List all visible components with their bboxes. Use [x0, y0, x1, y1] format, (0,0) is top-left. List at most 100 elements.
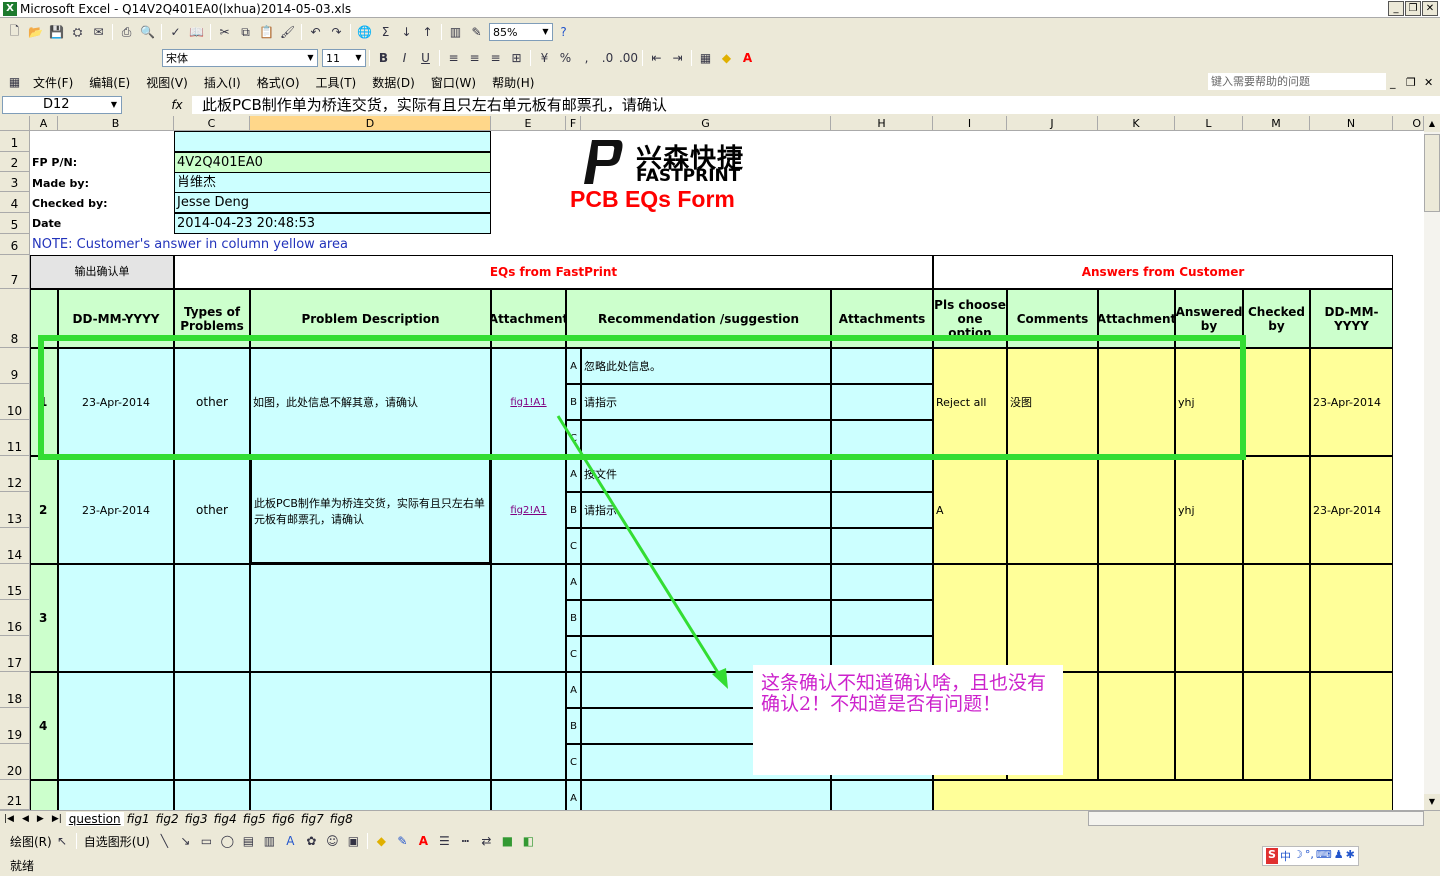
name-box[interactable]: D12 ▼ — [2, 96, 122, 114]
help-search-input[interactable]: 键入需要帮助的问题 — [1208, 73, 1386, 90]
punctuation-icon[interactable]: °, — [1305, 848, 1314, 864]
first-sheet-icon[interactable]: |◀ — [0, 814, 18, 824]
scroll-up-icon[interactable]: ▲ — [1424, 116, 1440, 132]
merge-center-icon[interactable]: ⊞ — [508, 50, 525, 67]
font-combo[interactable]: 宋体 ▼ — [162, 49, 318, 67]
print-icon[interactable]: ⎙ — [118, 24, 135, 41]
user-icon[interactable]: ♟ — [1334, 848, 1344, 864]
sheet-tab-fig7[interactable]: fig7 — [298, 812, 327, 826]
doc-restore-icon[interactable]: ❐ — [1406, 76, 1416, 89]
increase-decimal-icon[interactable]: .0 — [599, 50, 616, 67]
last-sheet-icon[interactable]: ▶| — [48, 814, 66, 824]
menu-tools[interactable]: 工具(T) — [308, 74, 365, 91]
research-icon[interactable]: 📖 — [188, 24, 205, 41]
sheet-tab-fig1[interactable]: fig1 — [124, 812, 153, 826]
new-icon[interactable]: 🗋 — [6, 24, 23, 41]
wordart-icon[interactable]: A — [282, 833, 299, 850]
undo-icon[interactable]: ↶ — [307, 24, 324, 41]
keyboard-icon[interactable]: ⌨ — [1316, 848, 1332, 864]
horizontal-scrollbar[interactable] — [1088, 811, 1424, 826]
borders-icon[interactable]: ▦ — [697, 50, 714, 67]
autosum-icon[interactable]: Σ — [377, 24, 394, 41]
arrow-icon[interactable]: ↘ — [177, 833, 194, 850]
percent-icon[interactable]: % — [557, 50, 574, 67]
minimize-button[interactable]: _ — [1388, 1, 1404, 16]
menu-file[interactable]: 文件(F) — [25, 74, 81, 91]
comma-icon[interactable]: , — [578, 50, 595, 67]
font-color-icon[interactable]: A — [739, 50, 756, 67]
formula-input[interactable]: 此板PCB制作单为桥连交货，实际有且只左右单元板有邮票孔，请确认 — [192, 96, 1440, 114]
textbox-icon[interactable]: ▤ — [240, 833, 257, 850]
chart-wizard-icon[interactable]: ▥ — [447, 24, 464, 41]
font-size-combo[interactable]: 11 ▼ — [322, 49, 366, 67]
zoom-combo[interactable]: 85% ▼ — [489, 23, 553, 41]
line-style-icon[interactable]: ☰ — [436, 833, 453, 850]
align-left-icon[interactable]: ≡ — [445, 50, 462, 67]
italic-icon[interactable]: I — [396, 50, 413, 67]
decrease-decimal-icon[interactable]: .00 — [619, 50, 638, 67]
align-center-icon[interactable]: ≡ — [466, 50, 483, 67]
drawing-icon[interactable]: ✎ — [468, 24, 485, 41]
dash-style-icon[interactable]: ┅ — [457, 833, 474, 850]
vertical-scrollbar[interactable]: ▲ ▼ — [1424, 116, 1440, 810]
sheet-tab-question[interactable]: question — [65, 811, 124, 826]
sheet-tab-fig4[interactable]: fig4 — [211, 812, 240, 826]
sheet-tab-fig3[interactable]: fig3 — [182, 812, 211, 826]
help-icon[interactable]: ? — [555, 24, 572, 41]
paste-icon[interactable]: 📋 — [258, 24, 275, 41]
restore-button[interactable]: ❐ — [1405, 1, 1421, 16]
bold-icon[interactable]: B — [375, 50, 392, 67]
shadow-icon[interactable]: ■ — [499, 833, 516, 850]
doc-close-icon[interactable]: ✕ — [1424, 76, 1433, 89]
menu-insert[interactable]: 插入(I) — [196, 74, 249, 91]
draw-menu[interactable]: 绘图(R) — [0, 833, 52, 850]
currency-icon[interactable]: ¥ — [536, 50, 553, 67]
sort-asc-icon[interactable]: ↓ — [398, 24, 415, 41]
cut-icon[interactable]: ✂ — [216, 24, 233, 41]
ime-toolbar[interactable]: S 中 ☽ °, ⌨ ♟ ✱ — [1262, 846, 1359, 866]
vertical-textbox-icon[interactable]: ▥ — [261, 833, 278, 850]
menu-help[interactable]: 帮助(H) — [484, 74, 542, 91]
arrow-style-icon[interactable]: ⇄ — [478, 833, 495, 850]
redo-icon[interactable]: ↷ — [328, 24, 345, 41]
spelling-icon[interactable]: ✓ — [167, 24, 184, 41]
copy-icon[interactable]: ⧉ — [237, 24, 254, 41]
fill-color-icon[interactable]: ◆ — [718, 50, 735, 67]
ime-chinese-icon[interactable]: 中 — [1280, 848, 1291, 864]
rectangle-icon[interactable]: ▭ — [198, 833, 215, 850]
autoshapes-menu[interactable]: 自选图形(U) — [80, 833, 154, 850]
menu-window[interactable]: 窗口(W) — [423, 74, 484, 91]
hyperlink-icon[interactable]: 🌐 — [356, 24, 373, 41]
menu-edit[interactable]: 编辑(E) — [81, 74, 138, 91]
scroll-thumb[interactable] — [1424, 134, 1440, 212]
select-objects-icon[interactable]: ↖ — [54, 833, 71, 850]
doc-minimize-icon[interactable]: _ — [1390, 76, 1396, 89]
email-icon[interactable]: ✉ — [90, 24, 107, 41]
sheet-tab-fig8[interactable]: fig8 — [327, 812, 356, 826]
decrease-indent-icon[interactable]: ⇤ — [648, 50, 665, 67]
menu-view[interactable]: 视图(V) — [138, 74, 196, 91]
oval-icon[interactable]: ◯ — [219, 833, 236, 850]
moon-icon[interactable]: ☽ — [1293, 848, 1303, 864]
function-icon[interactable]: fx — [162, 98, 192, 112]
scroll-down-icon[interactable]: ▼ — [1424, 794, 1440, 810]
sort-desc-icon[interactable]: ↑ — [419, 24, 436, 41]
menu-format[interactable]: 格式(O) — [249, 74, 308, 91]
3d-icon[interactable]: ◧ — [520, 833, 537, 850]
picture-icon[interactable]: ▣ — [345, 833, 362, 850]
wrench-icon[interactable]: ✱ — [1346, 848, 1355, 864]
close-button[interactable]: ✕ — [1422, 1, 1438, 16]
print-preview-icon[interactable]: 🔍 — [139, 24, 156, 41]
save-icon[interactable]: 💾 — [48, 24, 65, 41]
sheet-tab-fig6[interactable]: fig6 — [269, 812, 298, 826]
line-color-icon[interactable]: ✎ — [394, 833, 411, 850]
sheet-tab-fig5[interactable]: fig5 — [240, 812, 269, 826]
line-icon[interactable]: ╲ — [156, 833, 173, 850]
sogou-icon[interactable]: S — [1266, 848, 1278, 864]
next-sheet-icon[interactable]: ▶ — [33, 814, 48, 824]
worksheet[interactable]: A B C D E F G H I J K L M N O 1 2 3 4 5 … — [0, 116, 1424, 810]
open-icon[interactable]: 📂 — [27, 24, 44, 41]
diagram-icon[interactable]: ✿ — [303, 833, 320, 850]
align-right-icon[interactable]: ≡ — [487, 50, 504, 67]
sheet-tab-fig2[interactable]: fig2 — [153, 812, 182, 826]
